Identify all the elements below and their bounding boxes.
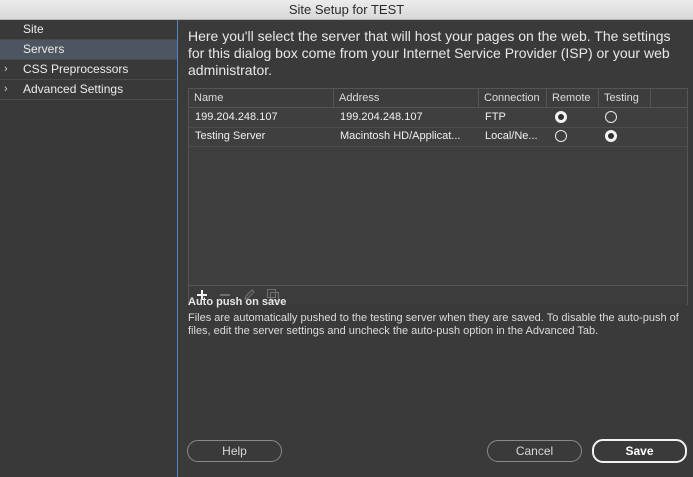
testing-radio[interactable] — [605, 130, 617, 142]
sidebar-item-label: Site — [23, 22, 44, 36]
table-row[interactable]: Testing Server Macintosh HD/Applicat... … — [189, 127, 687, 147]
help-button[interactable]: Help — [187, 440, 282, 462]
save-button[interactable]: Save — [592, 439, 687, 463]
column-header-remote[interactable]: Remote — [547, 89, 599, 107]
server-name: Testing Server — [195, 130, 266, 142]
server-name: 199.204.248.107 — [195, 111, 278, 123]
server-address: 199.204.248.107 — [340, 111, 423, 123]
chevron-right-icon[interactable]: › — [4, 60, 8, 79]
window-titlebar: Site Setup for TEST — [0, 0, 693, 20]
column-header-name[interactable]: Name — [189, 89, 334, 107]
window-title: Site Setup for TEST — [288, 2, 405, 17]
column-header-testing[interactable]: Testing — [599, 89, 651, 107]
chevron-right-icon[interactable]: › — [4, 80, 8, 99]
servers-panel: Here you'll select the server that will … — [178, 20, 693, 477]
table-header: Name Address Connection Remote Testing — [189, 89, 687, 108]
server-address: Macintosh HD/Applicat... — [340, 130, 461, 142]
remote-radio[interactable] — [555, 111, 567, 123]
testing-radio[interactable] — [605, 111, 617, 123]
sidebar-item-css-preprocessors[interactable]: › CSS Preprocessors — [0, 60, 177, 80]
server-connection: Local/Ne... — [485, 130, 538, 142]
sidebar-item-label: Advanced Settings — [23, 82, 124, 96]
sidebar-item-label: CSS Preprocessors — [23, 62, 129, 76]
table-row[interactable]: 199.204.248.107 199.204.248.107 FTP — [189, 108, 687, 128]
sidebar-item-label: Servers — [23, 42, 65, 56]
cancel-button[interactable]: Cancel — [487, 440, 582, 462]
autopush-title: Auto push on save — [188, 296, 287, 308]
remote-radio[interactable] — [555, 130, 567, 142]
intro-text: Here you'll select the server that will … — [188, 28, 671, 78]
server-table: Name Address Connection Remote Testing 1… — [188, 88, 688, 305]
autopush-description: Files are automatically pushed to the te… — [188, 312, 679, 337]
sidebar-item-servers[interactable]: Servers — [0, 40, 177, 60]
server-connection: FTP — [485, 111, 506, 123]
sidebar-item-site[interactable]: Site — [0, 20, 177, 40]
sidebar-item-advanced-settings[interactable]: › Advanced Settings — [0, 80, 177, 100]
sidebar: Site Servers › CSS Preprocessors › Advan… — [0, 20, 178, 477]
column-header-address[interactable]: Address — [334, 89, 479, 107]
column-header-connection[interactable]: Connection — [479, 89, 547, 107]
